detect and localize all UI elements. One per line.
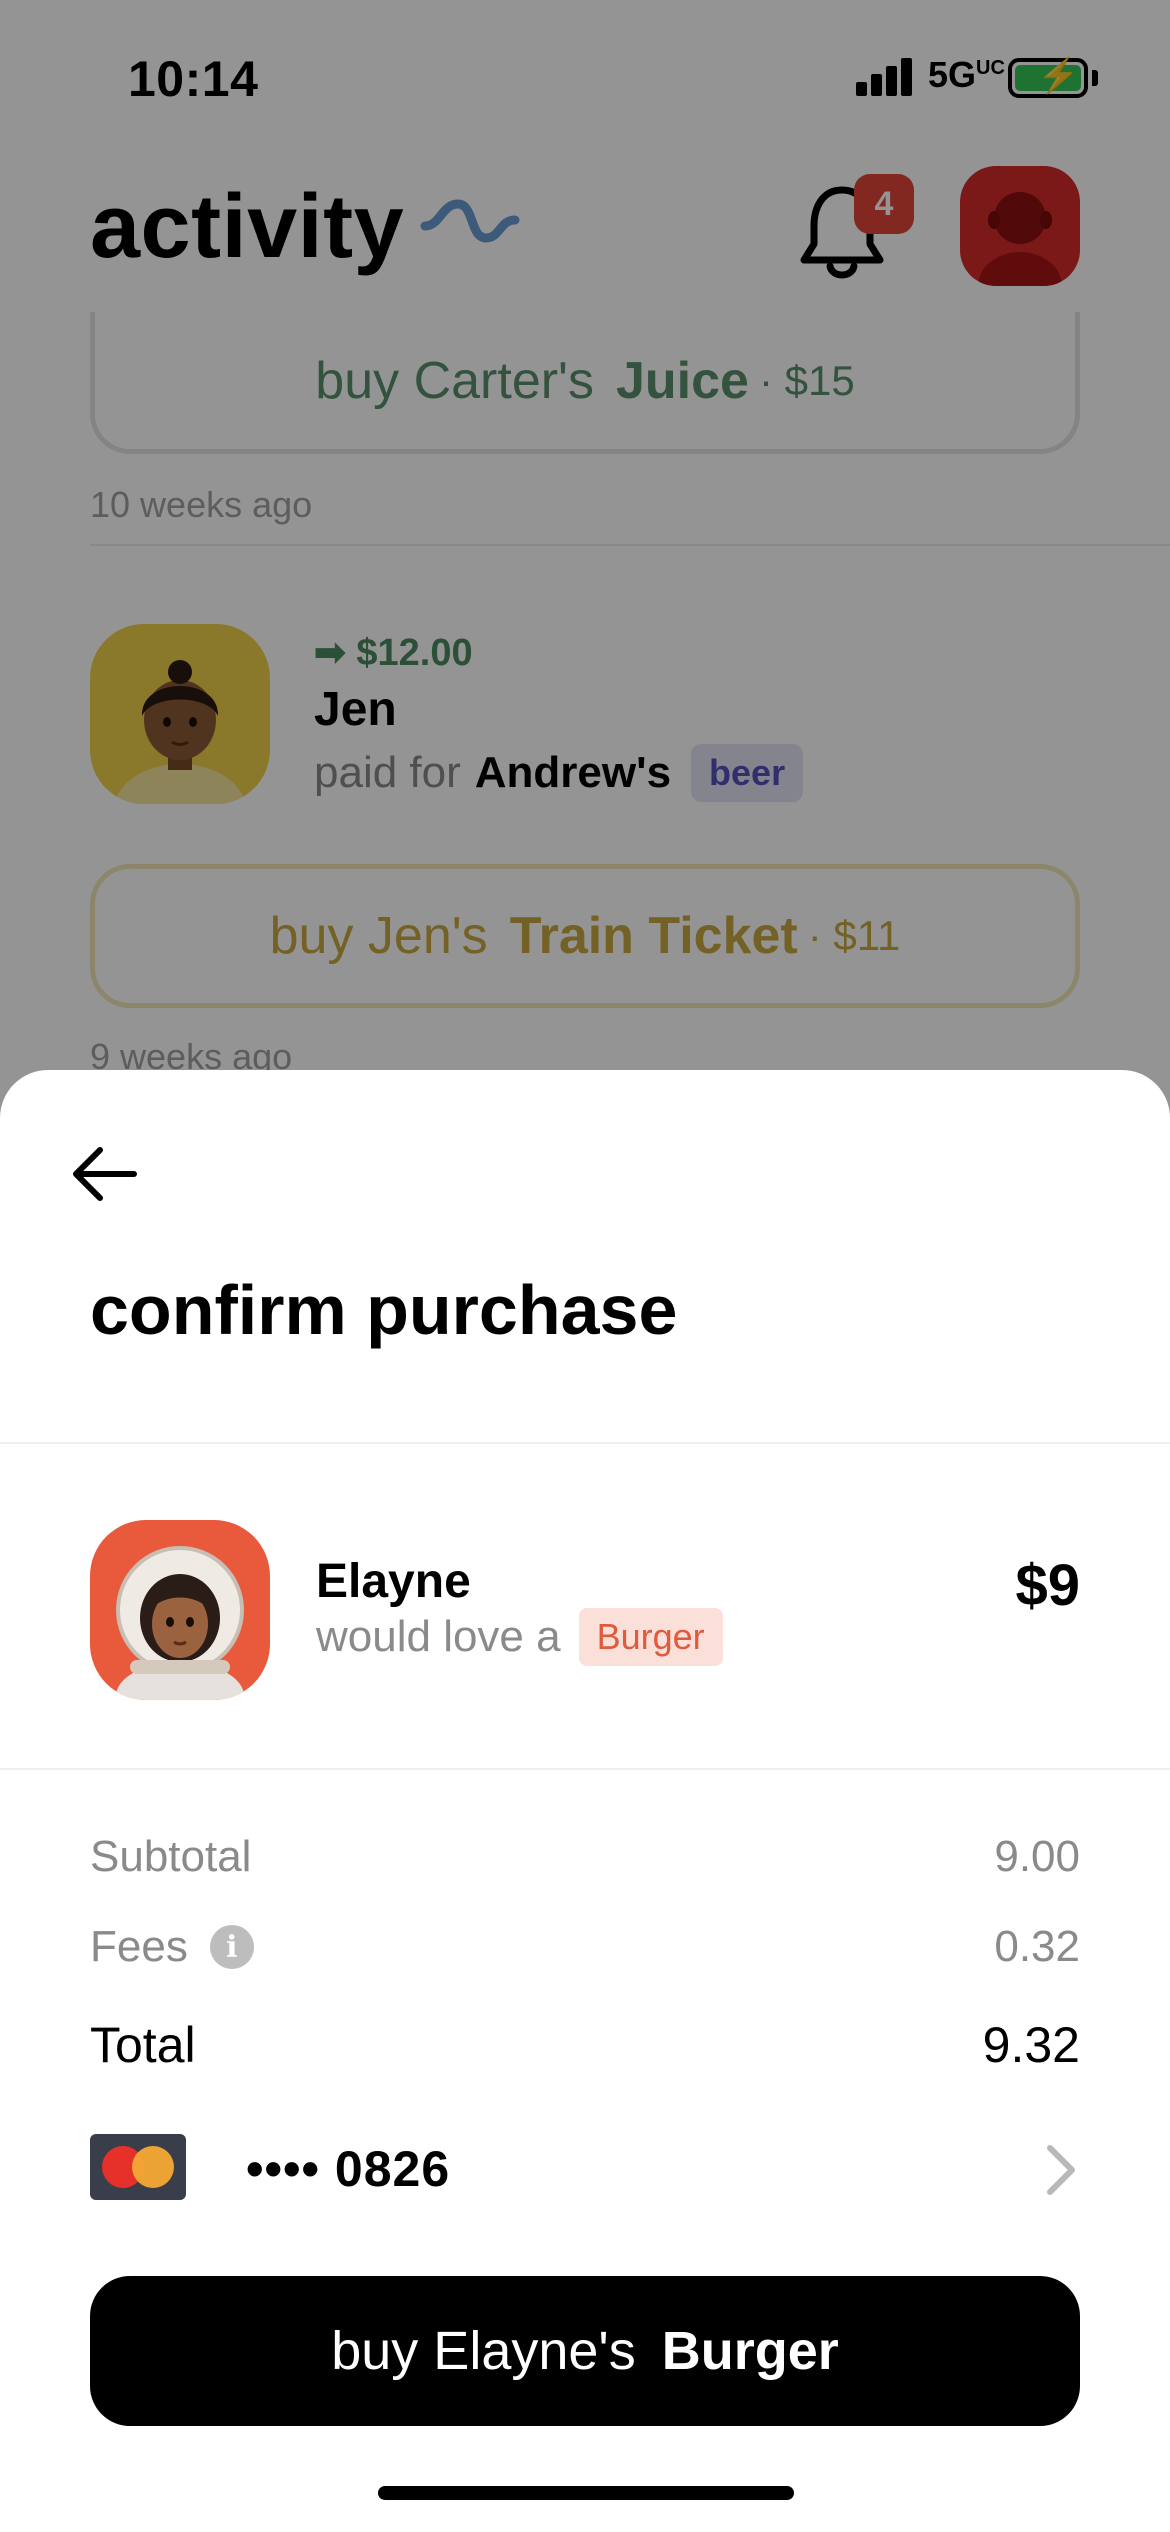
back-arrow-icon[interactable] bbox=[64, 1134, 144, 1214]
fees-row: Fees i 0.32 bbox=[90, 1922, 1080, 1972]
subtotal-label: Subtotal bbox=[90, 1832, 252, 1881]
elayne-avatar bbox=[90, 1520, 270, 1700]
subtotal-value: 9.00 bbox=[994, 1832, 1080, 1881]
item-tag-burger: Burger bbox=[578, 1608, 723, 1666]
confirm-purchase-sheet: confirm purchase Elayne would love a Bur… bbox=[0, 1070, 1170, 2532]
sheet-divider bbox=[0, 1442, 1170, 1444]
home-indicator[interactable] bbox=[378, 2486, 794, 2500]
sheet-title: confirm purchase bbox=[90, 1271, 678, 1349]
mastercard-icon bbox=[90, 2134, 186, 2200]
requester-name: Elayne bbox=[316, 1555, 471, 1608]
sheet-divider bbox=[0, 1768, 1170, 1770]
total-value: 9.32 bbox=[982, 2017, 1080, 2073]
payment-method-row[interactable]: •••• 0826 bbox=[90, 2134, 1080, 2204]
card-number: •••• 0826 bbox=[246, 2141, 451, 2197]
request-price: $9 bbox=[1015, 1553, 1080, 1618]
request-description: would love a Burger bbox=[316, 1608, 723, 1666]
chevron-right-icon bbox=[1047, 2145, 1075, 2195]
total-label: Total bbox=[90, 2017, 196, 2073]
subtotal-row: Subtotal 9.00 bbox=[90, 1832, 1080, 1882]
fees-label: Fees i bbox=[90, 1922, 254, 1972]
fees-value: 0.32 bbox=[994, 1922, 1080, 1971]
buy-burger-button[interactable]: buy Elayne's Burger bbox=[90, 2276, 1080, 2426]
total-row: Total 9.32 bbox=[90, 2016, 1080, 2074]
info-icon[interactable]: i bbox=[209, 1925, 254, 1969]
